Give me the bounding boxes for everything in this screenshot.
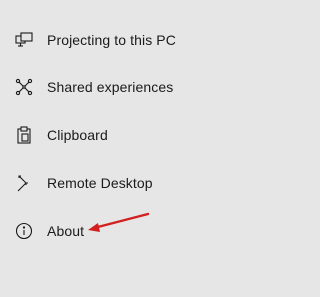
clipboard-icon	[14, 125, 34, 145]
nav-item-label: Remote Desktop	[47, 175, 153, 191]
nav-item-shared-experiences[interactable]: Shared experiences	[0, 67, 316, 107]
shared-experiences-icon	[14, 77, 34, 97]
settings-nav: Projecting to this PC Shared experiences	[0, 0, 316, 297]
nav-item-remote-desktop[interactable]: Remote Desktop	[0, 163, 316, 203]
info-icon	[14, 221, 34, 241]
projecting-icon	[14, 30, 34, 50]
nav-item-projecting-to-this-pc[interactable]: Projecting to this PC	[0, 20, 316, 60]
nav-item-about[interactable]: About	[0, 211, 316, 251]
nav-item-label: About	[47, 223, 85, 239]
nav-item-label: Shared experiences	[47, 79, 174, 95]
nav-item-label: Projecting to this PC	[47, 32, 176, 48]
remote-desktop-icon	[14, 173, 34, 193]
nav-item-clipboard[interactable]: Clipboard	[0, 115, 316, 155]
nav-item-label: Clipboard	[47, 127, 108, 143]
